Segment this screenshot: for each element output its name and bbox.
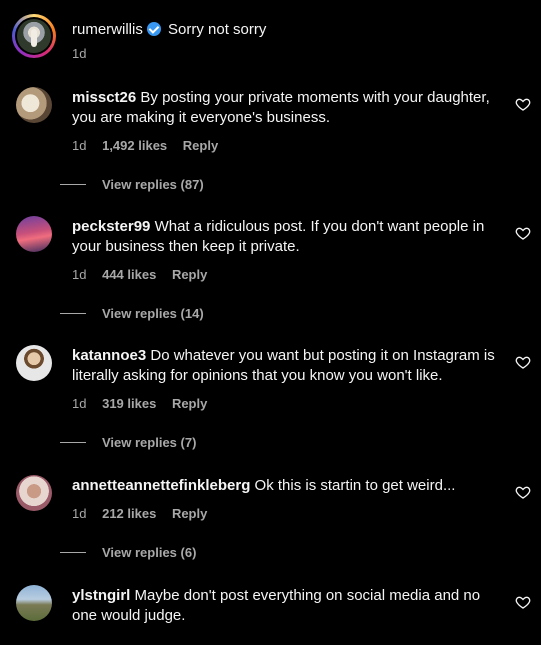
reply-button[interactable]: Reply bbox=[172, 506, 207, 521]
comment-time: 1d bbox=[72, 506, 87, 521]
view-replies-button[interactable]: View replies (14) bbox=[60, 305, 204, 321]
replies-divider bbox=[60, 552, 86, 554]
comment-username[interactable]: ylstngirl bbox=[72, 587, 130, 604]
replies-divider bbox=[60, 313, 86, 315]
replies-divider bbox=[60, 442, 86, 444]
comment-username[interactable]: missct26 bbox=[72, 89, 136, 106]
comment-time: 1d bbox=[72, 267, 87, 282]
verified-badge-icon bbox=[146, 22, 161, 36]
view-replies-label: View replies (6) bbox=[102, 545, 197, 561]
view-replies-label: View replies (7) bbox=[102, 435, 197, 451]
comment-time: 1d bbox=[72, 396, 87, 411]
view-replies-button[interactable]: View replies (7) bbox=[60, 434, 196, 450]
commenter-avatar[interactable] bbox=[16, 87, 52, 123]
comment-likes[interactable]: 1,492 likes bbox=[102, 138, 167, 153]
commenter-avatar[interactable] bbox=[16, 345, 52, 381]
view-replies-button[interactable]: View replies (6) bbox=[60, 544, 196, 560]
reply-button[interactable]: Reply bbox=[172, 396, 207, 411]
caption-text: Sorry not sorry bbox=[168, 21, 267, 38]
heart-outline-icon[interactable] bbox=[515, 484, 531, 500]
author-username[interactable]: rumerwillis bbox=[72, 21, 143, 38]
post-caption: rumerwillis Sorry not sorry 1d bbox=[12, 12, 529, 64]
reply-button[interactable]: Reply bbox=[172, 267, 207, 282]
comment-likes[interactable]: 319 likes bbox=[102, 396, 156, 411]
comment-meta: 1d 444 likes Reply bbox=[72, 267, 219, 282]
replies-divider bbox=[60, 184, 86, 186]
comment-likes[interactable]: 212 likes bbox=[102, 506, 156, 521]
caption-time: 1d bbox=[72, 46, 87, 61]
comments-panel: rumerwillis Sorry not sorry 1d missct26 … bbox=[0, 0, 541, 645]
reply-button[interactable]: Reply bbox=[183, 138, 218, 153]
comment-meta: 1d 319 likes Reply bbox=[72, 396, 219, 411]
view-replies-label: View replies (14) bbox=[102, 306, 204, 322]
comment-meta: 1d 212 likes Reply bbox=[72, 506, 219, 521]
comment-username[interactable]: katannoe3 bbox=[72, 347, 146, 364]
comment-text: Maybe don't post everything on social me… bbox=[72, 587, 481, 624]
comment-body: annetteannettefinkleberg Ok this is star… bbox=[72, 476, 506, 496]
view-replies-label: View replies (87) bbox=[102, 177, 204, 193]
comment-meta: 1d 1,492 likes Reply bbox=[72, 138, 230, 153]
comment-time: 1d bbox=[72, 138, 87, 153]
heart-outline-icon[interactable] bbox=[515, 594, 531, 610]
author-avatar[interactable] bbox=[12, 14, 56, 58]
comment-body: peckster99 What a ridiculous post. If yo… bbox=[72, 217, 506, 257]
comment-likes[interactable]: 444 likes bbox=[102, 267, 156, 282]
comment-body: ylstngirl Maybe don't post everything on… bbox=[72, 586, 506, 626]
heart-outline-icon[interactable] bbox=[515, 225, 531, 241]
comment-body: katannoe3 Do whatever you want but posti… bbox=[72, 346, 506, 386]
comment-username[interactable]: peckster99 bbox=[72, 218, 150, 235]
comment-username[interactable]: annetteannettefinkleberg bbox=[72, 477, 250, 494]
comment-text: Ok this is startin to get weird... bbox=[254, 477, 456, 494]
comment-body: missct26 By posting your private moments… bbox=[72, 88, 506, 128]
heart-outline-icon[interactable] bbox=[515, 96, 531, 112]
caption-line: rumerwillis Sorry not sorry bbox=[72, 20, 266, 40]
commenter-avatar[interactable] bbox=[16, 475, 52, 511]
commenter-avatar[interactable] bbox=[16, 585, 52, 621]
heart-outline-icon[interactable] bbox=[515, 354, 531, 370]
view-replies-button[interactable]: View replies (87) bbox=[60, 176, 204, 192]
commenter-avatar[interactable] bbox=[16, 216, 52, 252]
